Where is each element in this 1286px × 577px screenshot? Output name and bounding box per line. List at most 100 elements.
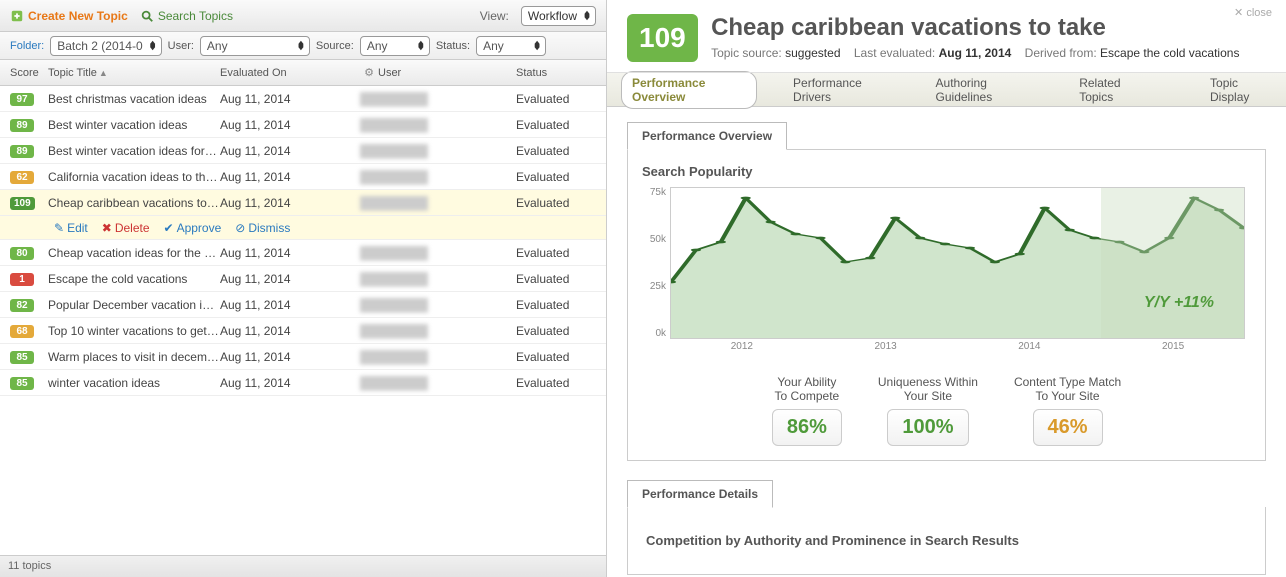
score-badge: 89 xyxy=(10,145,34,158)
subtab-details[interactable]: Performance Details xyxy=(627,480,773,508)
grid-body[interactable]: 97Best christmas vacation ideasAug 11, 2… xyxy=(0,86,606,555)
score-badge: 109 xyxy=(10,197,35,210)
metric: Content Type MatchTo Your Site46% xyxy=(1014,375,1121,446)
table-row[interactable]: 1Escape the cold vacationsAug 11, 2014██… xyxy=(0,266,606,292)
source-select[interactable]: Any xyxy=(360,36,430,56)
details-section: Competition by Authority and Prominence … xyxy=(627,507,1266,575)
detail-score-badge: 109 xyxy=(627,14,698,62)
table-row[interactable]: 85winter vacation ideasAug 11, 2014█████… xyxy=(0,370,606,396)
detail-title: Cheap caribbean vacations to take xyxy=(711,14,1239,42)
tab-overview[interactable]: Performance Overview xyxy=(621,71,757,109)
metric-label: Content Type Match xyxy=(1014,375,1121,389)
user-cell: ████████ xyxy=(360,272,508,286)
metrics-row: Your AbilityTo Compete 86% Uniqueness With… xyxy=(642,375,1251,446)
table-row[interactable]: 82 Popular December vacation id…Aug 11, 2… xyxy=(0,292,606,318)
delete-action[interactable]: ✖ Delete xyxy=(102,221,150,235)
col-user[interactable]: User xyxy=(378,67,508,79)
table-row[interactable]: 85Warm places to visit in decem…Aug 11, … xyxy=(0,344,606,370)
metric-value: 100% xyxy=(887,409,968,446)
topic-title-cell: Warm places to visit in decem… xyxy=(48,350,220,364)
y-tick: 0k xyxy=(636,328,666,339)
topic-title-cell: Best christmas vacation ideas xyxy=(48,92,220,106)
row-actions: ✎ Edit ✖ Delete ✔ Approve ⊘ Dismiss xyxy=(0,216,606,240)
folder-label: Folder: xyxy=(10,40,44,52)
topic-title-cell: Cheap caribbean vacations to … xyxy=(48,196,220,210)
subtab-overview[interactable]: Performance Overview xyxy=(627,122,787,150)
status-cell: Evaluated xyxy=(508,298,606,312)
dismiss-action[interactable]: ⊘ Dismiss xyxy=(235,221,290,235)
toolbar: Create New Topic Search Topics View: Wor… xyxy=(0,0,606,32)
score-badge: 82 xyxy=(10,299,34,312)
evaluated-cell: Aug 11, 2014 xyxy=(220,298,360,312)
close-button[interactable]: ✕ close xyxy=(1234,6,1272,19)
y-axis: 75k50k25k0k xyxy=(636,187,666,339)
user-cell: ████████ xyxy=(360,324,508,338)
view-select[interactable]: Workflow xyxy=(521,6,596,26)
score-badge: 80 xyxy=(10,247,34,260)
tab-drivers[interactable]: Performance Drivers xyxy=(783,72,899,108)
detail-tabs: Performance Overview Performance Drivers… xyxy=(607,73,1286,107)
status-filter-label: Status: xyxy=(436,40,470,52)
sort-asc-icon: ▲ xyxy=(99,68,108,78)
metric-label: Your Site xyxy=(878,389,978,403)
tab-guidelines[interactable]: Authoring Guidelines xyxy=(926,72,1044,108)
metric-label: Your Ability xyxy=(772,375,842,389)
user-cell: ████████ xyxy=(360,118,508,132)
x-tick: 2014 xyxy=(958,341,1102,357)
user-label: User: xyxy=(168,40,194,52)
topic-title-cell: Popular December vacation id… xyxy=(48,298,220,312)
pencil-icon: ✎ xyxy=(54,221,64,235)
metric-label: To Compete xyxy=(772,389,842,403)
status-cell: Evaluated xyxy=(508,144,606,158)
topic-title-cell: winter vacation ideas xyxy=(48,376,220,390)
evaluated-cell: Aug 11, 2014 xyxy=(220,196,360,210)
evaluated-cell: Aug 11, 2014 xyxy=(220,376,360,390)
gear-icon[interactable]: ⚙ xyxy=(360,66,378,79)
create-topic-label: Create New Topic xyxy=(28,9,128,23)
approve-action[interactable]: ✔ Approve xyxy=(164,221,222,235)
x-tick: 2015 xyxy=(1101,341,1245,357)
col-score[interactable]: Score xyxy=(0,67,48,79)
folder-select[interactable]: Batch 2 (2014-0 xyxy=(50,36,161,56)
edit-action[interactable]: ✎ Edit xyxy=(54,221,88,235)
detail-body[interactable]: Performance Overview Search Popularity 7… xyxy=(607,107,1286,577)
score-badge: 68 xyxy=(10,325,34,338)
col-title[interactable]: Topic Title▲ xyxy=(48,67,220,79)
user-cell: ████████ xyxy=(360,92,508,106)
status-select[interactable]: Any xyxy=(476,36,546,56)
table-row[interactable]: 62California vacation ideas to thi…Aug 1… xyxy=(0,164,606,190)
status-cell: Evaluated xyxy=(508,350,606,364)
detail-meta: Topic source: suggested Last evaluated: … xyxy=(711,46,1239,60)
table-row[interactable]: 89Best winter vacation ideasAug 11, 2014… xyxy=(0,112,606,138)
metric-label: Uniqueness Within xyxy=(878,375,978,389)
y-tick: 25k xyxy=(636,281,666,292)
create-topic-button[interactable]: Create New Topic xyxy=(10,9,128,23)
user-cell: ████████ xyxy=(360,246,508,260)
status-cell: Evaluated xyxy=(508,324,606,338)
user-select[interactable]: Any xyxy=(200,36,310,56)
status-cell: Evaluated xyxy=(508,92,606,106)
metric: Uniqueness WithinYour Site 100% xyxy=(878,375,978,446)
trash-icon: ✖ xyxy=(102,221,112,235)
filters-bar: Folder: Batch 2 (2014-0 User: Any Source… xyxy=(0,32,606,60)
table-row[interactable]: 68Top 10 winter vacations to get …Aug 11… xyxy=(0,318,606,344)
x-tick: 2012 xyxy=(670,341,814,357)
table-row[interactable]: 80Cheap vacation ideas for the …Aug 11, … xyxy=(0,240,606,266)
evaluated-cell: Aug 11, 2014 xyxy=(220,246,360,260)
tab-related[interactable]: Related Topics xyxy=(1069,72,1158,108)
check-icon: ✔ xyxy=(164,221,174,235)
table-row[interactable]: 97Best christmas vacation ideasAug 11, 2… xyxy=(0,86,606,112)
search-topics-button[interactable]: Search Topics xyxy=(140,9,233,23)
user-cell: ████████ xyxy=(360,144,508,158)
y-tick: 50k xyxy=(636,234,666,245)
col-status[interactable]: Status xyxy=(508,67,606,79)
table-row[interactable]: 109 Cheap caribbean vacations to …Aug 11,… xyxy=(0,190,606,216)
tab-display[interactable]: Topic Display xyxy=(1210,76,1272,104)
status-cell: Evaluated xyxy=(508,272,606,286)
metric-value: 86% xyxy=(772,409,842,446)
topic-title-cell: California vacation ideas to thi… xyxy=(48,170,220,184)
user-cell: ████████ xyxy=(360,196,508,210)
table-row[interactable]: 89Best winter vacation ideas for …Aug 11… xyxy=(0,138,606,164)
x-tick: 2013 xyxy=(814,341,958,357)
col-evaluated[interactable]: Evaluated On xyxy=(220,67,360,79)
